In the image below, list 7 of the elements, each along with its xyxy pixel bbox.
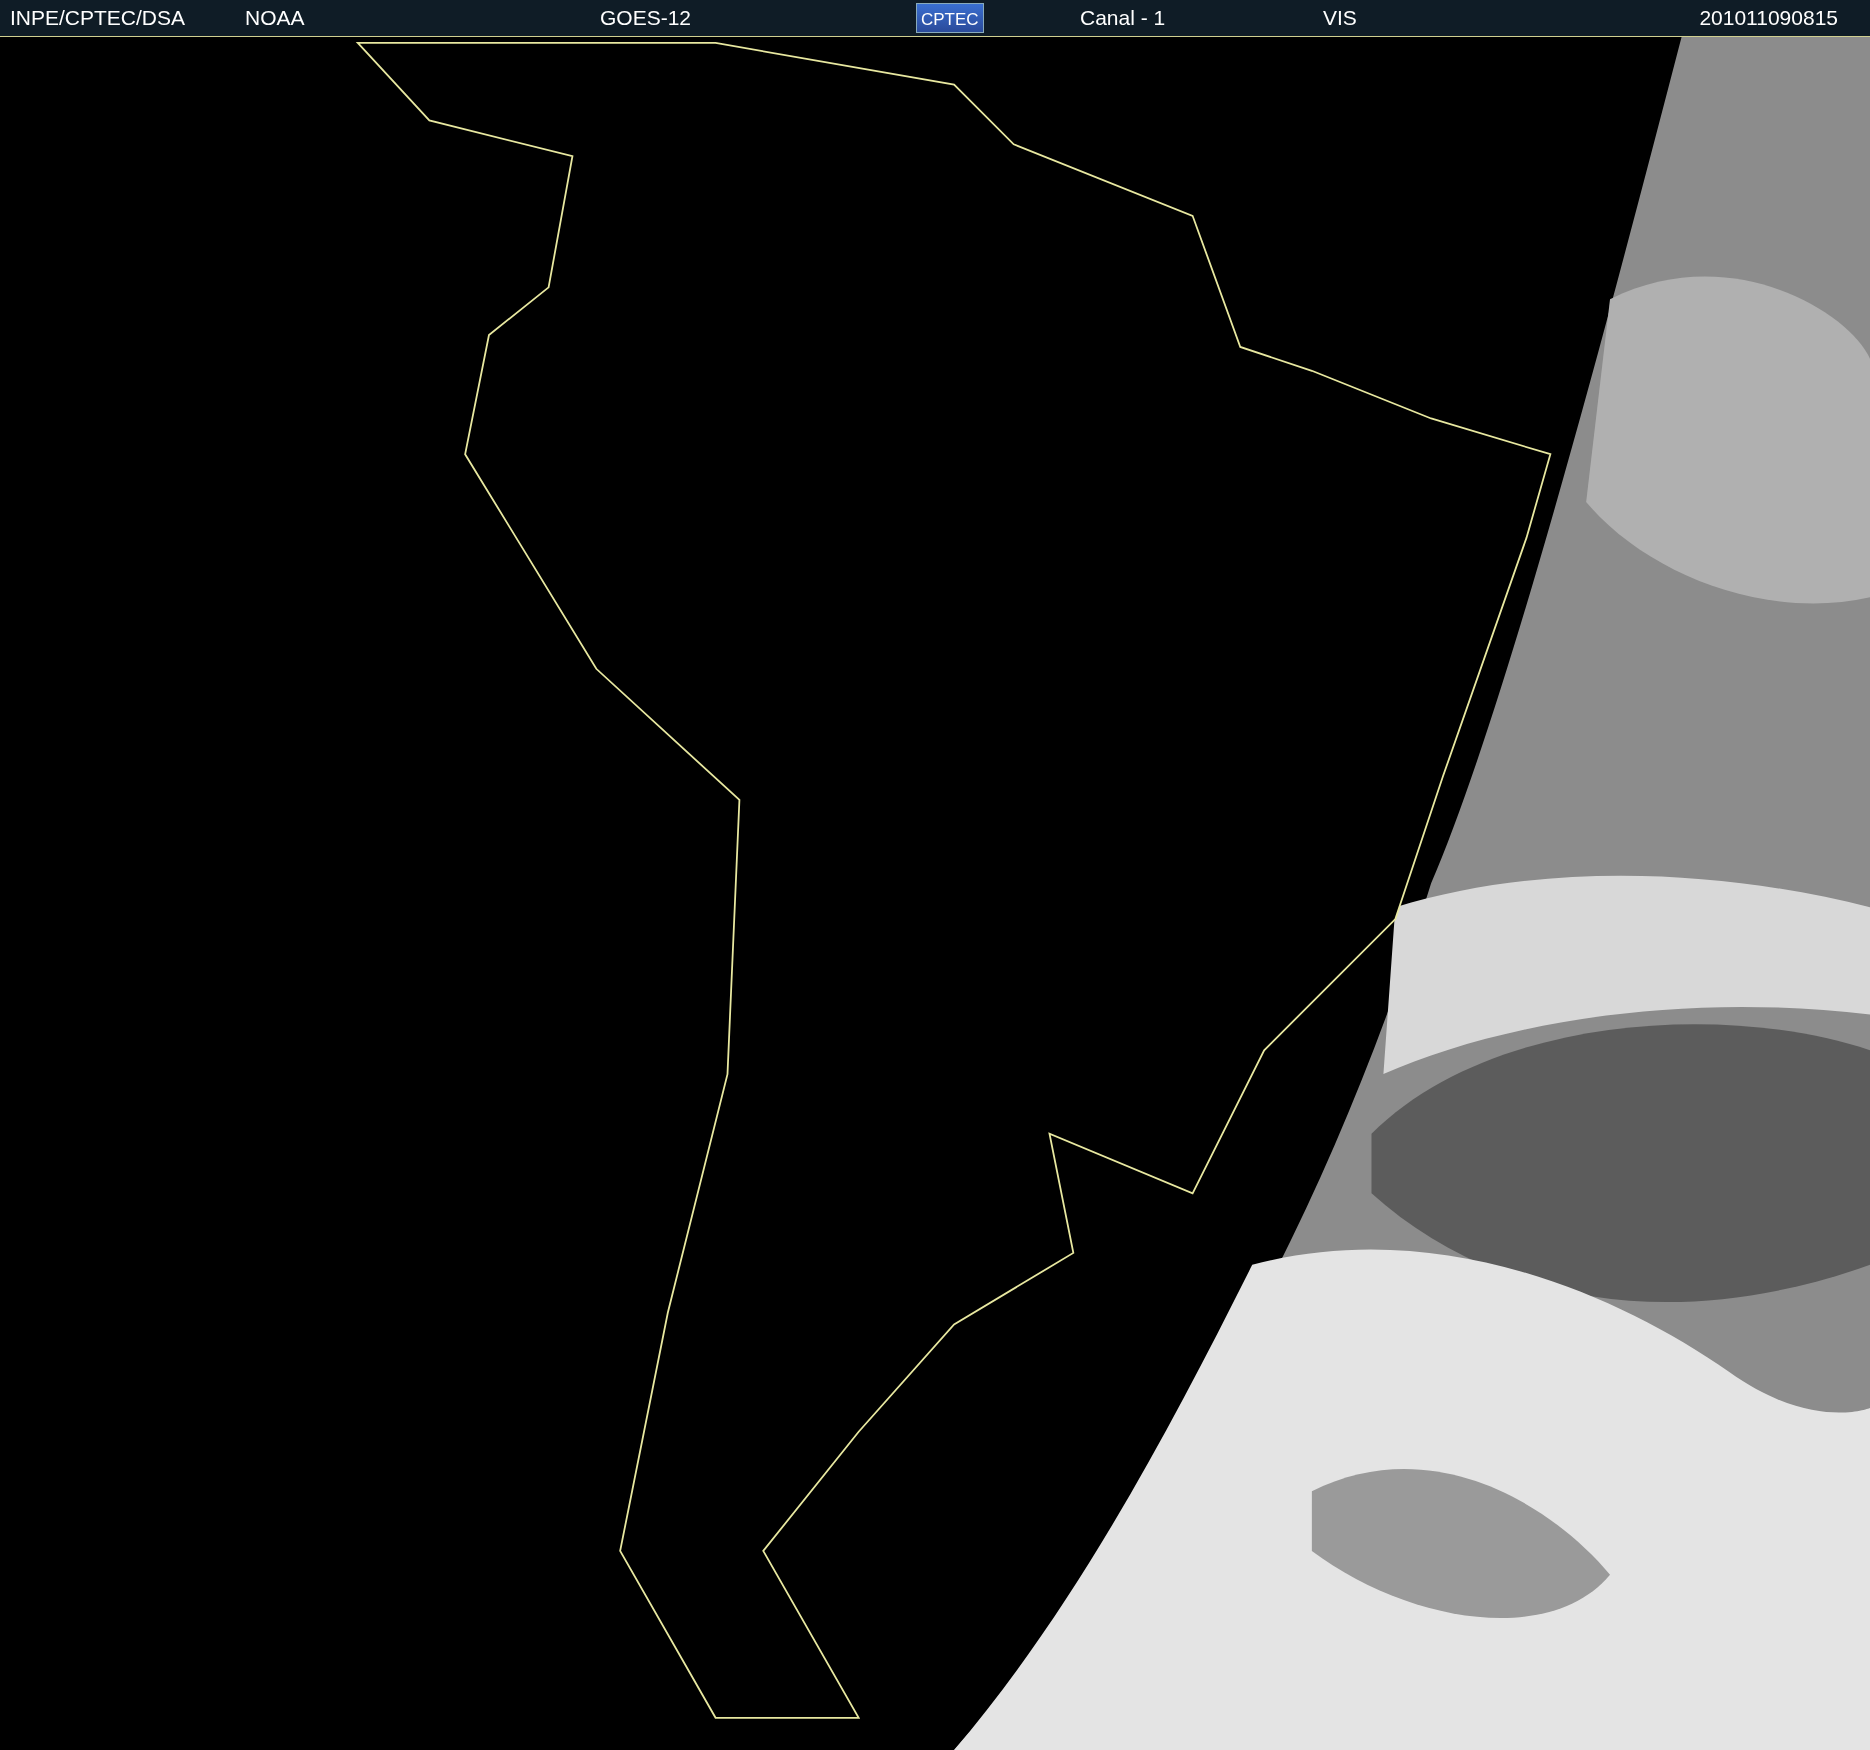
header-text: INPE/CPTEC/DSA (10, 6, 186, 30)
header-text: Canal - 1 (1080, 6, 1166, 30)
header-text: NOAA (245, 6, 305, 30)
logo: CPTEC (916, 3, 984, 33)
header-text: 201011090815 (1699, 6, 1838, 30)
header-text: GOES-12 (600, 6, 692, 30)
header-text: VIS (1323, 6, 1357, 30)
